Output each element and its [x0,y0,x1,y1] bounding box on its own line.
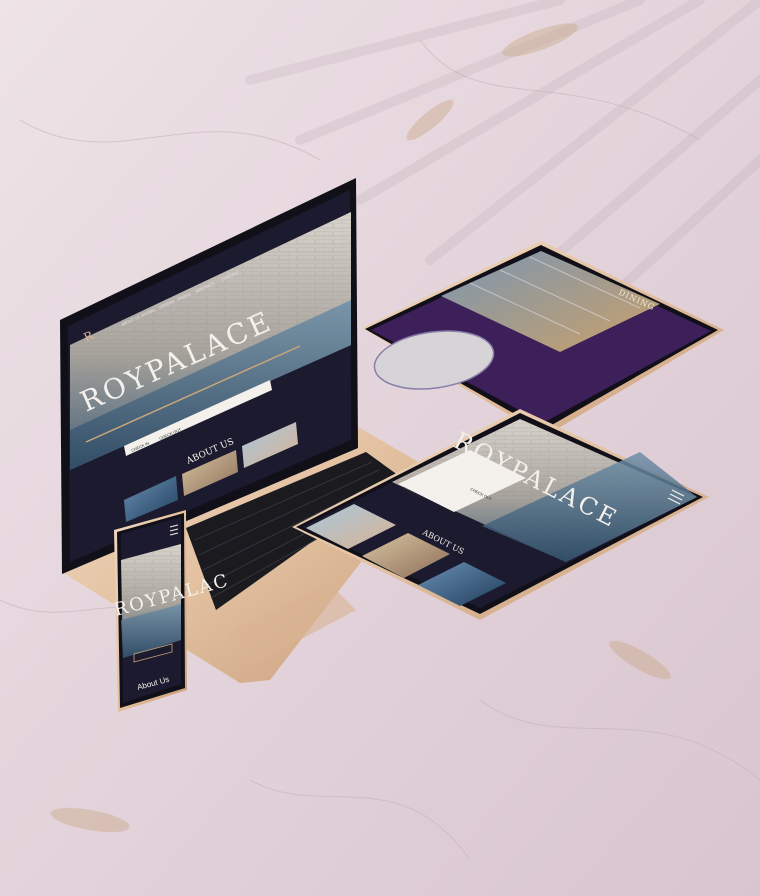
device-mockup-scene: DINING R ABOUT US ROOMS OFFERS DINING ME… [0,0,760,896]
